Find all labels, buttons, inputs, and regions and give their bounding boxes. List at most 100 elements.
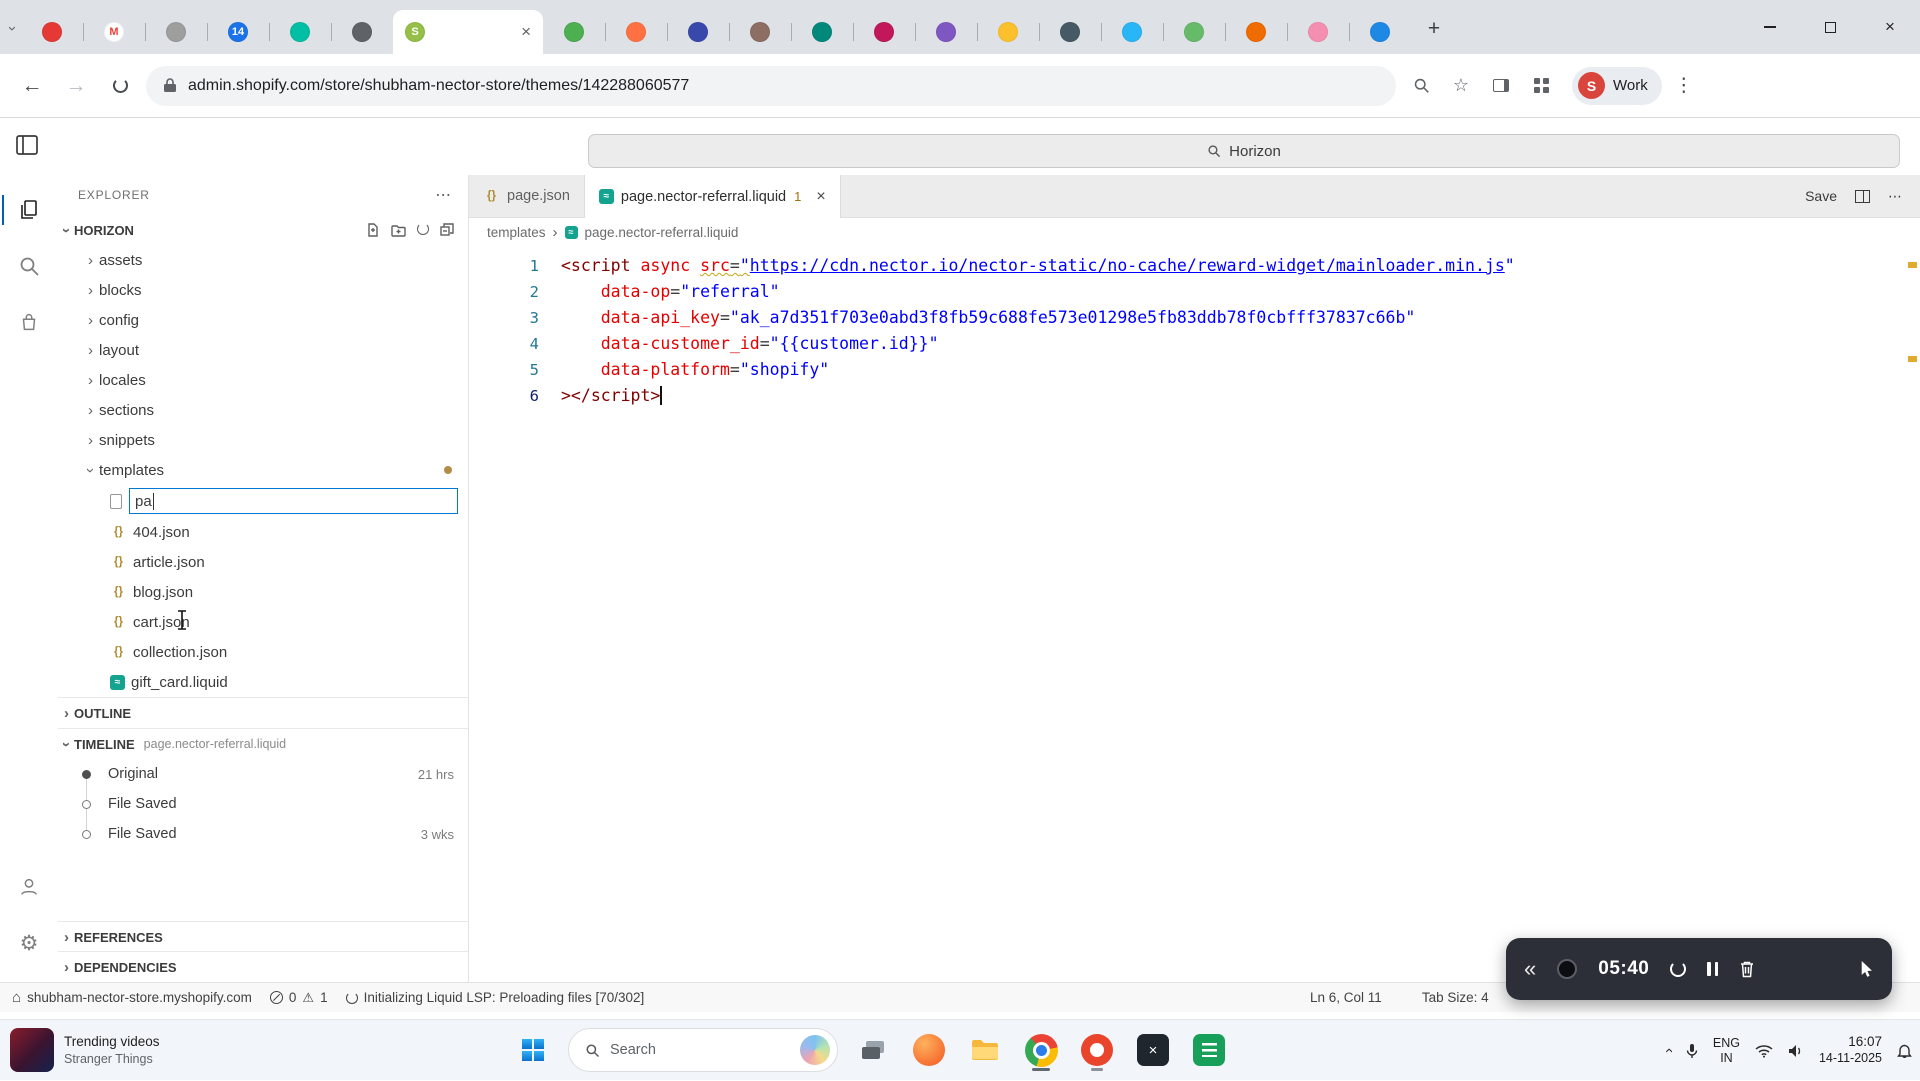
section-dependencies[interactable]: › DEPENDENCIES [58, 951, 468, 982]
restart-recording-icon[interactable] [1670, 961, 1687, 977]
browser-tab[interactable]: 14 [207, 10, 269, 54]
microphone-icon[interactable] [1686, 1043, 1698, 1059]
search-sidebar-icon[interactable] [6, 243, 52, 289]
tree-file[interactable]: {} cart.json [58, 607, 468, 637]
account-icon[interactable] [6, 864, 52, 910]
browser-tab[interactable] [791, 10, 853, 54]
chrome-button[interactable] [1020, 1028, 1062, 1072]
tree-folder[interactable]: › snippets [58, 425, 468, 455]
tab-groups-icon[interactable] [1524, 69, 1558, 103]
settings-gear-icon[interactable]: ⚙ [6, 920, 52, 966]
browser-tab[interactable] [605, 10, 667, 54]
problems-status[interactable]: 0 ⚠ 1 [269, 990, 328, 1005]
timeline-entry[interactable]: File Saved 3 wks [58, 819, 468, 849]
tab-list-chevron-icon[interactable]: › [4, 26, 21, 31]
clock[interactable]: 16:07 14-11-2025 [1819, 1034, 1882, 1067]
browser-menu-icon[interactable]: ⋮ [1670, 74, 1698, 97]
bookmark-star-icon[interactable]: ☆ [1444, 69, 1478, 103]
forward-button[interactable]: → [58, 68, 94, 104]
breadcrumb-item[interactable]: templates [487, 225, 546, 240]
cursor-toggle-icon[interactable] [1859, 960, 1874, 978]
section-references[interactable]: › REFERENCES [58, 921, 468, 952]
tree-file[interactable]: ≈ gift_card.liquid [58, 667, 468, 697]
record-stop-button[interactable] [1557, 959, 1578, 979]
tray-expand-icon[interactable]: › [1660, 1048, 1677, 1053]
browser-tab[interactable] [1163, 10, 1225, 54]
language-indicator[interactable]: ENG IN [1713, 1036, 1740, 1066]
browser-tab[interactable] [21, 10, 83, 54]
app-icon-2[interactable]: × [1132, 1028, 1174, 1072]
tree-folder[interactable]: › locales [58, 365, 468, 395]
section-timeline[interactable]: › TIMELINE page.nector-referral.liquid [58, 728, 468, 759]
tab-size[interactable]: Tab Size: 4 [1422, 990, 1489, 1005]
profile-chip[interactable]: S Work [1572, 66, 1662, 105]
widgets-button[interactable]: Trending videos Stranger Things [10, 1028, 160, 1072]
browser-tab[interactable] [331, 10, 393, 54]
new-folder-icon[interactable] [391, 224, 406, 237]
timeline-entry[interactable]: File Saved [58, 789, 468, 819]
back-button[interactable]: ← [14, 68, 50, 104]
start-button[interactable] [512, 1028, 554, 1072]
store-icon[interactable] [6, 299, 52, 345]
new-file-input[interactable]: pa [129, 488, 458, 514]
breadcrumb-item[interactable]: page.nector-referral.liquid [585, 225, 739, 240]
tree-file[interactable]: {} article.json [58, 547, 468, 577]
editor-tab[interactable]: {} page.json [469, 175, 585, 217]
new-file-icon[interactable] [366, 223, 380, 237]
side-search-icon[interactable] [1404, 69, 1438, 103]
browser-tab[interactable] [667, 10, 729, 54]
tree-folder[interactable]: › blocks [58, 275, 468, 305]
tree-folder-templates[interactable]: › templates [58, 455, 468, 485]
editor-menu-icon[interactable] [16, 135, 38, 155]
browser-tab[interactable] [269, 10, 331, 54]
pause-recording-icon[interactable] [1707, 962, 1719, 976]
task-view-button[interactable] [852, 1028, 894, 1072]
browser-tab[interactable] [853, 10, 915, 54]
timeline-entry[interactable]: Original 21 hrs [58, 759, 468, 789]
browser-tab[interactable] [1287, 10, 1349, 54]
browser-tab[interactable]: M [83, 10, 145, 54]
collapse-folders-icon[interactable] [440, 223, 454, 237]
collapse-icon[interactable]: « [1524, 958, 1536, 980]
browser-tab[interactable] [1101, 10, 1163, 54]
save-button[interactable]: Save [1805, 188, 1837, 204]
browser-tab[interactable] [729, 10, 791, 54]
delete-recording-icon[interactable] [1739, 960, 1755, 978]
explorer-icon[interactable] [2, 187, 52, 233]
tree-folder[interactable]: › sections [58, 395, 468, 425]
section-horizon[interactable]: › HORIZON [58, 215, 468, 245]
section-outline[interactable]: › OUTLINE [58, 697, 468, 728]
browser-tab[interactable] [915, 10, 977, 54]
browser-tab[interactable] [1225, 10, 1287, 54]
refresh-icon[interactable] [417, 222, 429, 238]
tree-file[interactable]: {} blog.json [58, 577, 468, 607]
browser-tab[interactable] [543, 10, 605, 54]
url-field[interactable]: admin.shopify.com/store/shubham-nector-s… [146, 65, 1396, 106]
reload-button[interactable] [102, 68, 138, 104]
editor-tab[interactable]: ≈ page.nector-referral.liquid 1 × [584, 175, 841, 218]
new-tab-button[interactable]: + [1419, 14, 1449, 44]
tree-file[interactable]: {} 404.json [58, 517, 468, 547]
browser-tab[interactable]: S × [393, 10, 543, 54]
taskbar-search[interactable]: Search [568, 1028, 838, 1072]
tree-folder[interactable]: › layout [58, 335, 468, 365]
file-explorer-button[interactable] [964, 1028, 1006, 1072]
tree-file[interactable]: {} collection.json [58, 637, 468, 667]
browser-tab[interactable] [1039, 10, 1101, 54]
notifications-icon[interactable] [1897, 1043, 1912, 1059]
volume-icon[interactable] [1788, 1044, 1804, 1058]
side-panel-icon[interactable] [1484, 69, 1518, 103]
cursor-position[interactable]: Ln 6, Col 11 [1310, 990, 1382, 1005]
tree-folder[interactable]: › config [58, 305, 468, 335]
split-editor-icon[interactable] [1855, 189, 1870, 203]
tab-close-icon[interactable]: × [521, 22, 531, 42]
screen-recorder-button[interactable] [1076, 1028, 1118, 1072]
minimize-button[interactable] [1740, 0, 1800, 54]
explorer-more-icon[interactable]: ⋯ [435, 185, 452, 205]
editor-more-icon[interactable]: ⋯ [1888, 188, 1902, 205]
browser-tab[interactable] [1349, 10, 1411, 54]
command-center[interactable]: Horizon [588, 134, 1900, 168]
app-icon-3[interactable] [1188, 1028, 1230, 1072]
close-button[interactable]: × [1860, 0, 1920, 54]
store-status[interactable]: ⌂ shubham-nector-store.myshopify.com [12, 989, 252, 1006]
